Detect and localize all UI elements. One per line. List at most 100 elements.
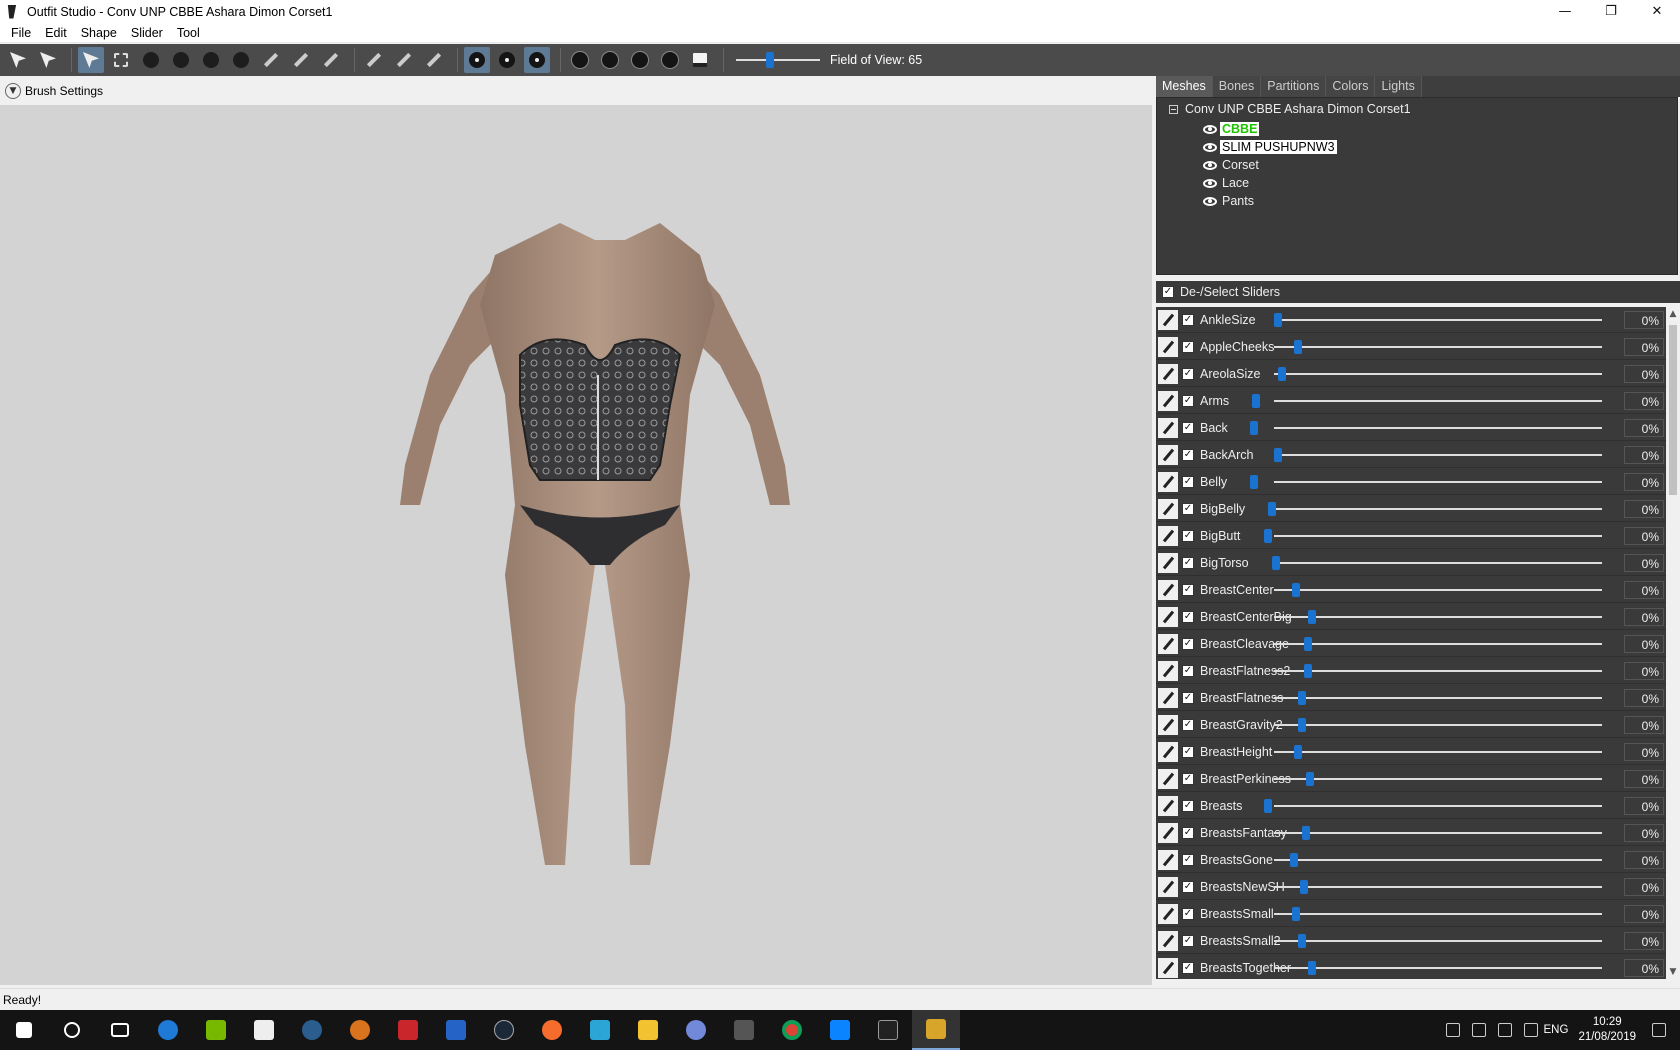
restore-button[interactable]: ❐ xyxy=(1588,0,1634,23)
slider-track[interactable] xyxy=(1274,940,1602,942)
undiff-brush-button[interactable] xyxy=(258,47,284,73)
inflate-brush-button[interactable] xyxy=(138,47,164,73)
edit-slider-button[interactable] xyxy=(1158,579,1178,600)
slider-thumb[interactable] xyxy=(1250,475,1258,489)
volume-icon[interactable] xyxy=(1523,1023,1538,1037)
slider-thumb[interactable] xyxy=(1298,934,1306,948)
slider-thumb[interactable] xyxy=(1294,340,1302,354)
edit-slider-button[interactable] xyxy=(1158,525,1178,546)
taskbar-bodyslide[interactable] xyxy=(864,1010,912,1050)
slider-track[interactable] xyxy=(1274,400,1602,402)
slider-thumb[interactable] xyxy=(1308,961,1316,975)
edit-slider-button[interactable] xyxy=(1158,822,1178,843)
eye-icon[interactable] xyxy=(1203,142,1217,152)
slider-track[interactable] xyxy=(1274,319,1602,321)
slider-checkbox[interactable]: ✓ xyxy=(1182,529,1194,542)
taskbar-app-red[interactable] xyxy=(384,1010,432,1050)
edit-slider-button[interactable] xyxy=(1158,795,1178,816)
slider-checkbox[interactable]: ✓ xyxy=(1182,691,1194,704)
slider-value[interactable]: 0% xyxy=(1624,743,1664,761)
slider-checkbox[interactable]: ✓ xyxy=(1182,583,1194,596)
eye-icon[interactable] xyxy=(1203,178,1217,188)
slider-checkbox[interactable]: ✓ xyxy=(1182,772,1194,785)
slider-track[interactable] xyxy=(1274,778,1602,780)
slider-checkbox[interactable]: ✓ xyxy=(1182,610,1194,623)
slider-track[interactable] xyxy=(1274,589,1602,591)
slider-scrollbar[interactable]: ▲ ▼ xyxy=(1666,307,1680,979)
slider-checkbox[interactable]: ✓ xyxy=(1182,502,1194,515)
taskbar-nvidia[interactable] xyxy=(192,1010,240,1050)
edit-slider-button[interactable] xyxy=(1158,336,1178,357)
pivot-tool-button[interactable] xyxy=(391,47,417,73)
slider-value[interactable]: 0% xyxy=(1624,608,1664,626)
slider-track[interactable] xyxy=(1274,535,1602,537)
slider-thumb[interactable] xyxy=(1300,880,1308,894)
edit-slider-button[interactable] xyxy=(1158,903,1178,924)
slider-value[interactable]: 0% xyxy=(1624,635,1664,653)
minimize-button[interactable]: — xyxy=(1542,0,1588,23)
slider-value[interactable]: 0% xyxy=(1624,878,1664,896)
slider-track[interactable] xyxy=(1274,346,1602,348)
slider-track[interactable] xyxy=(1274,724,1602,726)
slider-checkbox[interactable]: ✓ xyxy=(1182,475,1194,488)
taskbar-notepad[interactable] xyxy=(240,1010,288,1050)
chevron-down-icon[interactable]: ▼ xyxy=(5,83,21,99)
slider-value[interactable]: 0% xyxy=(1624,554,1664,572)
move-brush-button[interactable] xyxy=(198,47,224,73)
fov-slider[interactable] xyxy=(736,47,820,73)
edit-slider-button[interactable] xyxy=(1158,687,1178,708)
slider-value[interactable]: 0% xyxy=(1624,581,1664,599)
edit-slider-button[interactable] xyxy=(1158,633,1178,654)
slider-track[interactable] xyxy=(1274,751,1602,753)
slider-checkbox[interactable]: ✓ xyxy=(1182,880,1194,893)
slider-checkbox[interactable]: ✓ xyxy=(1182,718,1194,731)
view-front-button[interactable] xyxy=(567,47,593,73)
view-back-button[interactable] xyxy=(597,47,623,73)
tree-root[interactable]: Conv UNP CBBE Ashara Dimon Corset1 xyxy=(1169,102,1411,116)
slider-track[interactable] xyxy=(1274,454,1602,456)
network-icon[interactable] xyxy=(1497,1023,1512,1037)
slider-value[interactable]: 0% xyxy=(1624,932,1664,950)
tab-partitions[interactable]: Partitions xyxy=(1261,76,1327,97)
tab-bones[interactable]: Bones xyxy=(1212,76,1262,97)
slider-track[interactable] xyxy=(1274,481,1602,483)
slider-value[interactable]: 0% xyxy=(1624,905,1664,923)
edit-slider-button[interactable] xyxy=(1158,552,1178,573)
menu-edit[interactable]: Edit xyxy=(38,26,74,40)
slider-track[interactable] xyxy=(1274,508,1602,510)
slider-checkbox[interactable]: ✓ xyxy=(1182,853,1194,866)
taskbar-edge[interactable] xyxy=(144,1010,192,1050)
slider-track[interactable] xyxy=(1274,805,1602,807)
weight-brush-button[interactable] xyxy=(288,47,314,73)
slider-thumb[interactable] xyxy=(1304,637,1312,651)
eye-icon[interactable] xyxy=(1203,124,1217,134)
slider-thumb[interactable] xyxy=(1274,313,1282,327)
taskbar-outfit-studio[interactable] xyxy=(912,1010,960,1050)
scrollbar-thumb[interactable] xyxy=(1669,325,1677,495)
chevron-up-icon[interactable] xyxy=(1471,1023,1486,1037)
scroll-up-icon[interactable]: ▲ xyxy=(1668,309,1678,319)
menu-shape[interactable]: Shape xyxy=(74,26,124,40)
taskbar-app-bluebird[interactable] xyxy=(432,1010,480,1050)
3d-viewport[interactable] xyxy=(0,105,1152,985)
slider-thumb[interactable] xyxy=(1298,718,1306,732)
slider-checkbox[interactable]: ✓ xyxy=(1182,637,1194,650)
edit-slider-button[interactable] xyxy=(1158,660,1178,681)
slider-track[interactable] xyxy=(1274,967,1602,969)
color-brush-button[interactable] xyxy=(318,47,344,73)
select-tool-button[interactable] xyxy=(78,47,104,73)
slider-thumb[interactable] xyxy=(1308,610,1316,624)
taskbar-app-blue[interactable] xyxy=(288,1010,336,1050)
vertex-edit-button[interactable] xyxy=(421,47,447,73)
menu-tool[interactable]: Tool xyxy=(170,26,207,40)
deselect-sliders-checkbox[interactable]: ✓ xyxy=(1162,286,1174,298)
tab-meshes[interactable]: Meshes xyxy=(1156,76,1213,97)
close-button[interactable]: ✕ xyxy=(1634,0,1680,23)
slider-thumb[interactable] xyxy=(1250,421,1258,435)
slider-checkbox[interactable]: ✓ xyxy=(1182,556,1194,569)
tab-colors[interactable]: Colors xyxy=(1326,76,1376,97)
edit-slider-button[interactable] xyxy=(1158,957,1178,978)
taskbar-explorer[interactable] xyxy=(624,1010,672,1050)
edit-slider-button[interactable] xyxy=(1158,930,1178,951)
slider-track[interactable] xyxy=(1274,697,1602,699)
